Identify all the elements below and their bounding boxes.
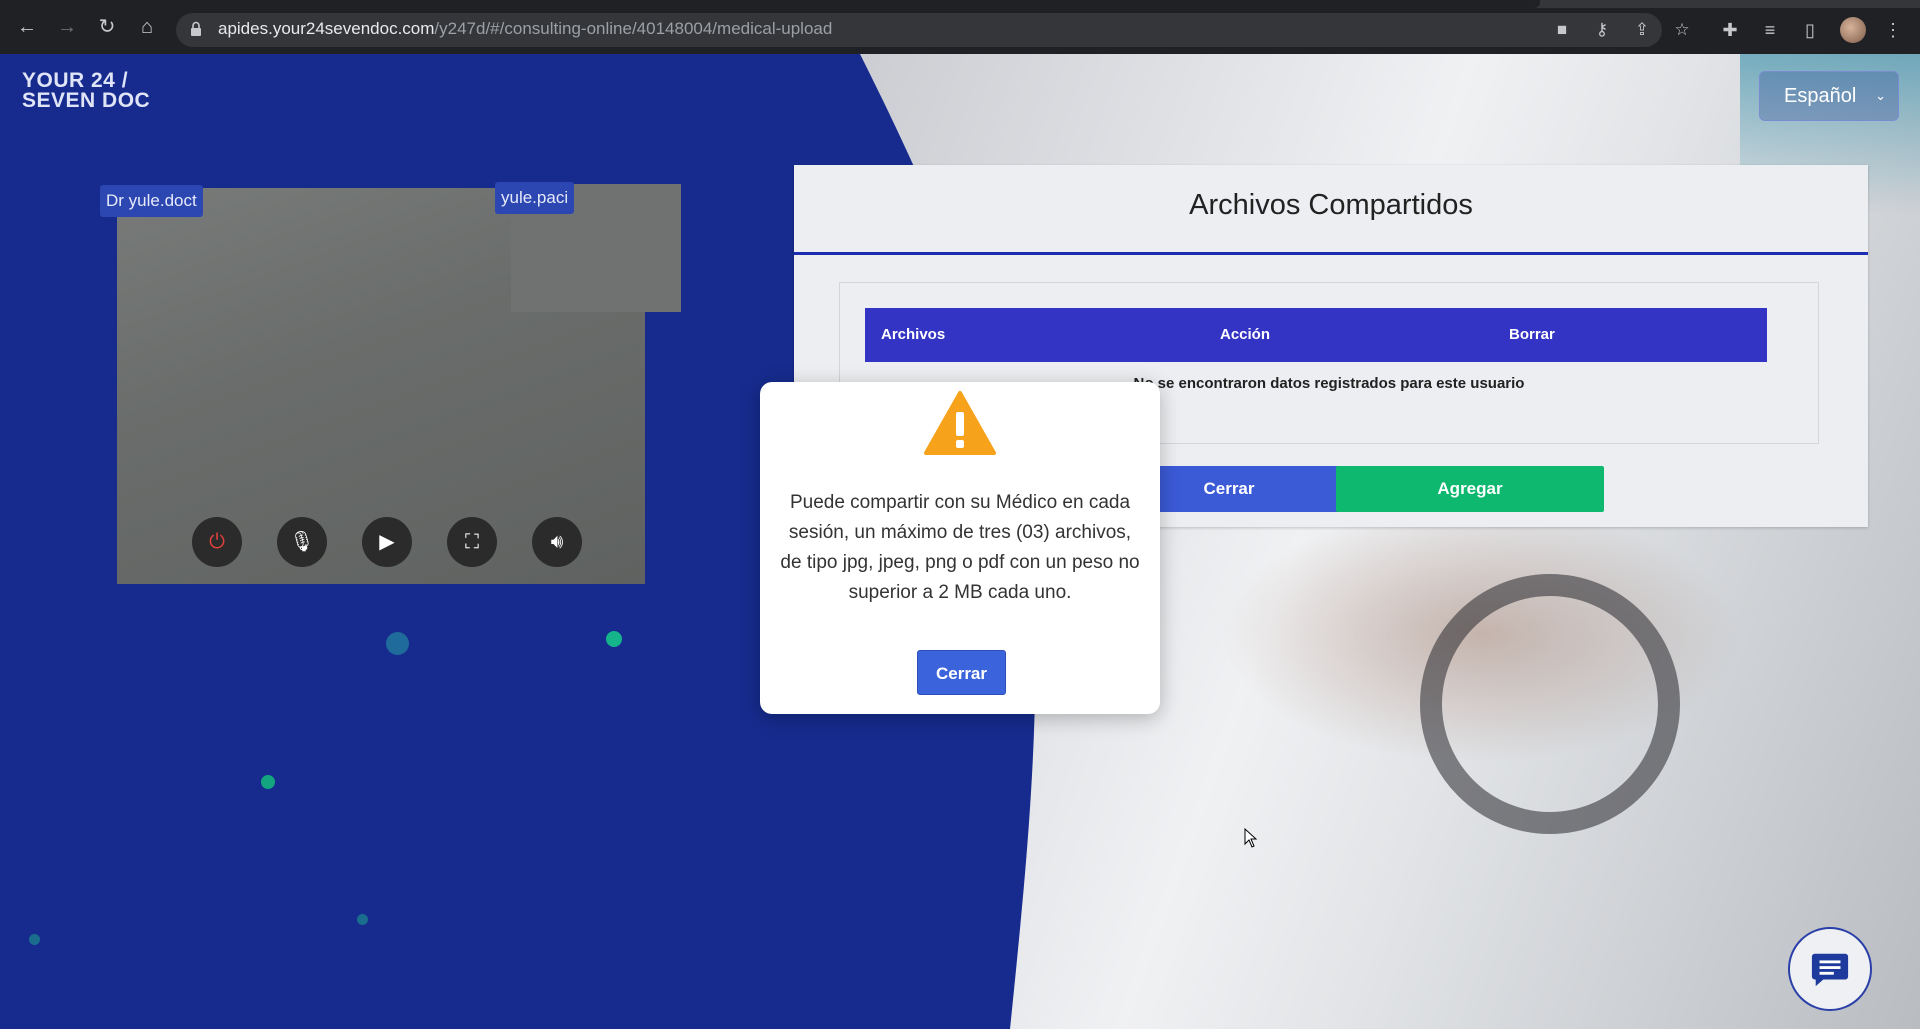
language-select[interactable]: Español ⌄: [1759, 71, 1899, 121]
reload-icon[interactable]: ↻: [94, 14, 120, 40]
menu-kebab-icon[interactable]: ⋮: [1880, 17, 1906, 43]
panel-divider: [794, 252, 1868, 255]
doctor-name-tag: Dr yule.doct: [100, 185, 203, 217]
chat-icon: [1811, 953, 1849, 987]
column-archivos: Archivos: [881, 326, 946, 343]
forward-icon[interactable]: →: [54, 14, 80, 40]
extensions-icon[interactable]: ✚: [1717, 17, 1743, 43]
patient-name-tag: yule.paci: [495, 182, 575, 214]
column-accion: Acción: [1220, 326, 1271, 343]
panel-title: Archivos Compartidos: [1189, 189, 1473, 221]
column-borrar: Borrar: [1509, 326, 1555, 343]
bookmark-star-icon[interactable]: ☆: [1670, 18, 1694, 42]
lock-icon[interactable]: [190, 21, 202, 37]
chevron-down-icon: ⌄: [1875, 88, 1886, 103]
logo-line1: YOUR 24 /: [22, 69, 129, 92]
mouse-cursor-icon: [1244, 828, 1258, 848]
warning-icon: [924, 391, 996, 455]
camera-icon[interactable]: ▶: [362, 517, 412, 567]
add-file-button[interactable]: Agregar: [1336, 466, 1604, 512]
consultation-page: YOUR 24 / SEVEN DOC Español ⌄ Dr yule.do…: [0, 54, 1920, 1029]
fullscreen-icon[interactable]: ⛶: [447, 517, 497, 567]
dialog-close-button[interactable]: Cerrar: [917, 650, 1006, 695]
upload-info-dialog: Puede compartir con su Médico en cada se…: [760, 382, 1160, 714]
active-tab[interactable]: [0, 0, 1540, 8]
language-select-value: Español: [1784, 85, 1857, 107]
microphone-icon[interactable]: 🎙︎: [277, 517, 327, 567]
profile-avatar[interactable]: [1840, 17, 1866, 43]
address-url[interactable]: apides.your24sevendoc.com/y247d/#/consul…: [218, 19, 832, 39]
decor-dot: [386, 632, 409, 655]
media-controls-icon[interactable]: ≡: [1757, 17, 1783, 43]
end-call-icon[interactable]: ⏻: [192, 517, 242, 567]
browser-toolbar: ← → ↻ ⌂ apides.your24sevendoc.com/y247d/…: [0, 0, 1920, 54]
back-icon[interactable]: ←: [14, 14, 40, 40]
chat-button[interactable]: [1788, 927, 1872, 1011]
files-table-header: Archivos Acción Borrar: [865, 308, 1767, 362]
side-panel-icon[interactable]: ▯: [1797, 17, 1823, 43]
decor-dot: [606, 631, 622, 647]
camera-in-use-icon[interactable]: ■: [1550, 18, 1574, 42]
url-path: /y247d/#/consulting-online/40148004/medi…: [434, 19, 833, 38]
key-icon[interactable]: ⚷: [1590, 18, 1614, 42]
share-icon[interactable]: ⇪: [1630, 18, 1654, 42]
dialog-message: Puede compartir con su Médico en cada se…: [780, 492, 1140, 603]
decor-dot: [261, 775, 275, 789]
logo-line2: SEVEN DOC: [22, 89, 151, 112]
brand-logo[interactable]: YOUR 24 / SEVEN DOC: [22, 69, 151, 112]
url-host: apides.your24sevendoc.com: [218, 19, 435, 38]
decor-dot: [357, 914, 368, 925]
volume-icon[interactable]: 🔊︎: [532, 517, 582, 567]
home-icon[interactable]: ⌂: [134, 14, 160, 40]
decor-dot: [29, 934, 40, 945]
